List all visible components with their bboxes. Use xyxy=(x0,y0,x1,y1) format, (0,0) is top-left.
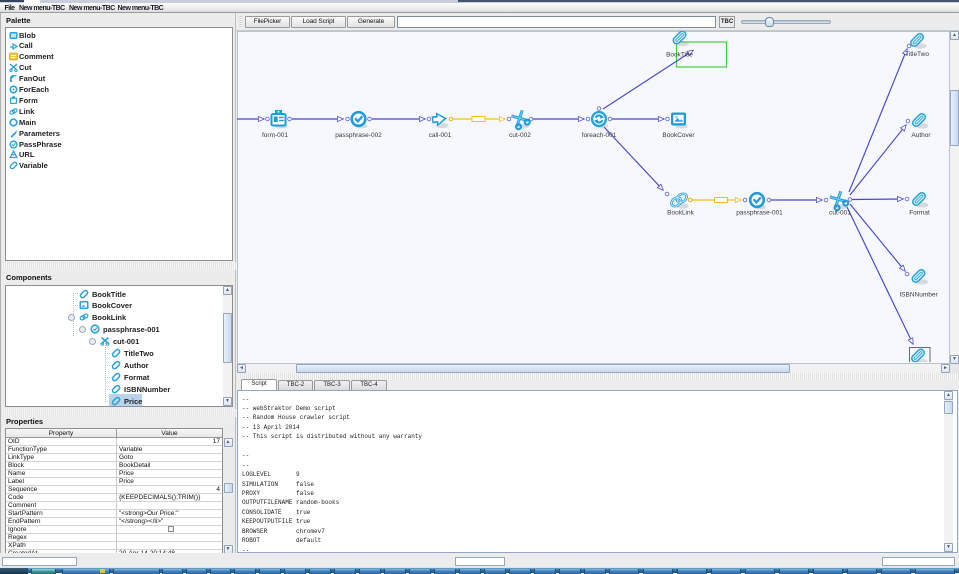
svg-text:call-001: call-001 xyxy=(429,132,452,139)
svg-text:foreach-001: foreach-001 xyxy=(582,132,617,139)
svg-text:TitleTwo: TitleTwo xyxy=(905,51,929,58)
svg-text:BookCover: BookCover xyxy=(662,132,695,139)
svg-text:passphrase-002: passphrase-002 xyxy=(335,132,382,139)
svg-text:Author: Author xyxy=(911,132,931,139)
svg-text:cut-002: cut-002 xyxy=(509,132,531,139)
svg-text:passphrase-001: passphrase-001 xyxy=(736,210,783,217)
svg-text:ISBNNumber: ISBNNumber xyxy=(899,292,938,299)
svg-text:BookTitle: BookTitle xyxy=(666,52,693,59)
svg-text:form-001: form-001 xyxy=(262,132,288,139)
svg-text:Format: Format xyxy=(909,210,930,217)
svg-text:cut-001: cut-001 xyxy=(829,210,851,217)
svg-text:BookLink: BookLink xyxy=(667,210,694,217)
